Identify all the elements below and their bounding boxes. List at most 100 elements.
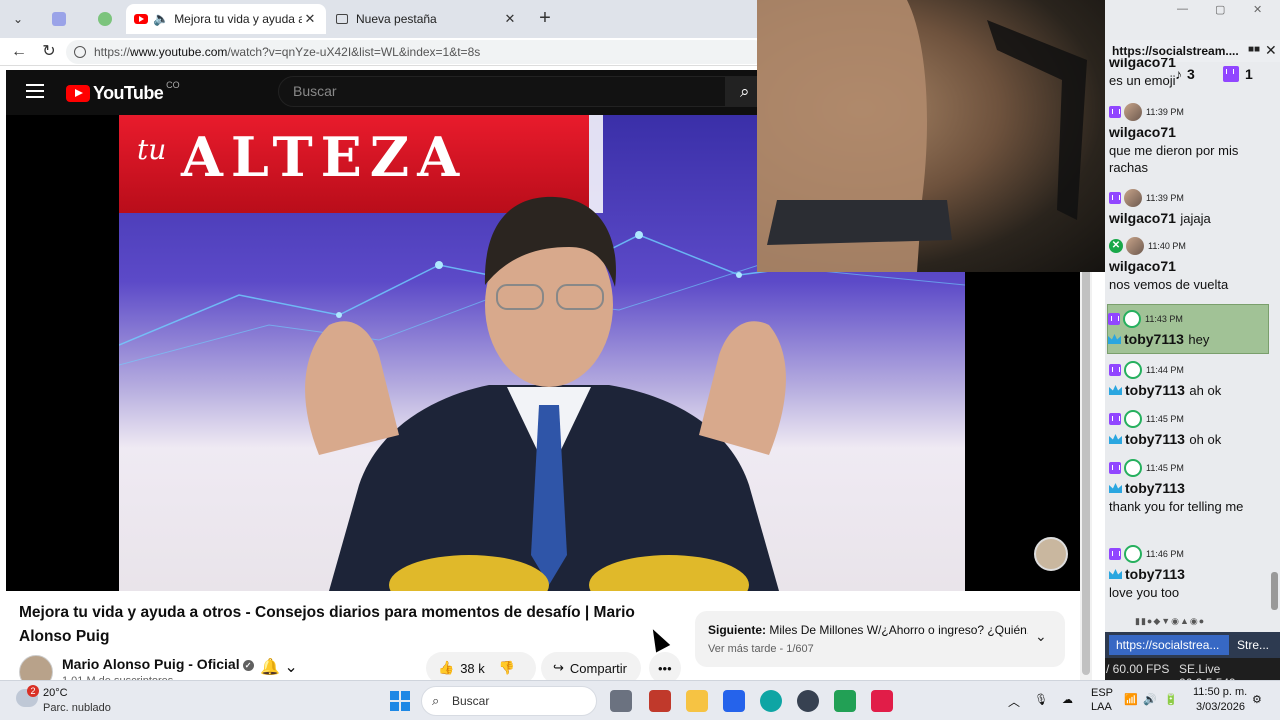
- youtube-favicon-icon: [134, 14, 148, 24]
- new-tab-button[interactable]: +: [534, 8, 556, 30]
- chat-time: 11:44 PM: [1146, 365, 1184, 375]
- reload-icon[interactable]: ↻: [38, 42, 60, 62]
- chevron-down-icon[interactable]: ⌄: [1035, 628, 1047, 645]
- obs-icon[interactable]: [797, 690, 819, 712]
- task-view-icon[interactable]: [610, 690, 632, 712]
- next-label: Siguiente:: [708, 623, 767, 637]
- weather-temperature[interactable]: 20°C: [43, 687, 68, 699]
- url-field[interactable]: https://www.youtube.com/watch?v=qnYze-uX…: [66, 40, 766, 64]
- weather-alert-badge: 2: [27, 685, 39, 697]
- twitch-badge-icon: [1109, 364, 1121, 376]
- pinned-tab-icon: [52, 12, 66, 26]
- chat-username: wilgaco71: [1109, 258, 1176, 274]
- close-window-icon[interactable]: ✕: [1253, 3, 1262, 16]
- chat-username: wilgaco71: [1109, 58, 1176, 70]
- microphone-icon[interactable]: 🎙: [1034, 693, 1048, 706]
- chat-message: 11:46 PM toby7113 love you too: [1109, 544, 1269, 601]
- taskbar-search-input[interactable]: ⌕ Buscar: [421, 686, 597, 716]
- youtube-logo[interactable]: YouTube CO: [66, 79, 180, 104]
- tab-new-tab[interactable]: Nueva pestaña ✕: [328, 4, 526, 34]
- playlist-next-card[interactable]: Siguiente: Miles De Millones W/¿Ahorro o…: [695, 611, 1065, 667]
- chat-bottom-bar: https://socialstrea... Stre...: [1105, 632, 1280, 658]
- clock-time[interactable]: 11:50 p. m.: [1193, 686, 1247, 698]
- chat-text: ah ok: [1189, 382, 1222, 398]
- clock-date[interactable]: 3/03/2026: [1196, 701, 1245, 713]
- chat-text: thank you for telling me: [1109, 499, 1244, 514]
- windows-start-icon[interactable]: [390, 691, 410, 711]
- pinned-tab-1[interactable]: [42, 6, 76, 32]
- tiktok-count: 3: [1187, 66, 1195, 82]
- speaker-figure: [305, 196, 786, 591]
- close-icon[interactable]: ✕: [1265, 42, 1277, 59]
- browser-tab-bar: ⌄ 🔈 Mejora tu vida y ayuda a otros ✕ Nue…: [0, 0, 758, 38]
- tab-list-dropdown[interactable]: ⌄: [6, 7, 30, 31]
- chat-app-icon[interactable]: [834, 690, 856, 712]
- weather-description[interactable]: Parc. nublado: [43, 702, 111, 714]
- chat-time: 11:39 PM: [1146, 193, 1184, 203]
- search-input[interactable]: Buscar: [278, 76, 726, 107]
- twitch-badge-icon: [1108, 313, 1120, 325]
- pinned-tab-2[interactable]: [88, 6, 122, 32]
- chat-scrollbar[interactable]: [1271, 572, 1278, 610]
- chat-text: love you too: [1109, 585, 1180, 600]
- battery-icon[interactable]: 🔋: [1164, 693, 1178, 706]
- country-code: CO: [166, 79, 180, 90]
- avatar: [1126, 237, 1144, 255]
- twitch-viewer-counter: 1: [1223, 63, 1253, 85]
- tab-youtube[interactable]: 🔈 Mejora tu vida y ayuda a otros ✕: [126, 4, 326, 34]
- verified-icon: ✓: [242, 660, 254, 671]
- twitch-icon: [1223, 66, 1239, 82]
- maximize-icon[interactable]: ▢: [1215, 3, 1225, 16]
- more-icon[interactable]: ■■: [1248, 44, 1260, 55]
- minimize-icon[interactable]: —: [1177, 3, 1188, 15]
- chat-username: toby7113: [1124, 331, 1184, 347]
- wifi-icon[interactable]: 📶: [1124, 693, 1138, 706]
- emoji-bar[interactable]: ▮▮●◆▼◉▲◉●: [1135, 616, 1205, 627]
- tiktok-live-icon[interactable]: [871, 690, 893, 712]
- chat-link-button[interactable]: https://socialstrea...: [1109, 635, 1229, 655]
- close-tab-icon[interactable]: ✕: [302, 11, 318, 27]
- close-tab-icon[interactable]: ✕: [502, 11, 518, 27]
- youtube-wordmark: YouTube: [93, 83, 164, 103]
- channel-watermark-avatar[interactable]: [1034, 537, 1068, 571]
- chat-text: hey: [1188, 331, 1210, 347]
- chat-message: 11:45 PM toby7113 thank you for telling …: [1109, 458, 1269, 515]
- cloud-icon[interactable]: ☁: [1062, 693, 1073, 706]
- subscriber-badge-icon: [1109, 569, 1122, 579]
- menu-icon[interactable]: [26, 84, 44, 98]
- chat-message: 11:39 PM wilgaco71 jajaja: [1109, 188, 1269, 228]
- twitch-badge-icon: [1109, 413, 1121, 425]
- twitch-badge-icon: [1109, 462, 1121, 474]
- tiktok-viewer-counter: ♪ 3: [1175, 63, 1195, 85]
- volume-icon[interactable]: 🔊: [1143, 693, 1157, 706]
- notifications-icon[interactable]: ⚙: [1252, 693, 1262, 706]
- audio-playing-icon[interactable]: 🔈: [153, 11, 169, 27]
- address-bar-row: ← ↻ https://www.youtube.com/watch?v=qnYz…: [0, 38, 766, 66]
- fps-readout: / 60.00 FPS: [1106, 662, 1170, 676]
- status-bar: / 60.00 FPS SE.Live 26.2.5.549: [1105, 658, 1280, 690]
- language-primary[interactable]: ESP: [1091, 687, 1113, 699]
- stream-label[interactable]: Stre...: [1237, 638, 1269, 652]
- tab-title: Nueva pestaña: [356, 12, 437, 26]
- chevron-up-icon[interactable]: ︿: [1008, 693, 1020, 710]
- store-icon[interactable]: [723, 690, 745, 712]
- site-info-icon[interactable]: [74, 46, 86, 58]
- subscriber-badge-icon: [1109, 434, 1122, 444]
- file-explorer-icon[interactable]: [686, 690, 708, 712]
- next-title: Miles De Millones W/¿Ahorro o ingreso? ¿…: [769, 623, 1028, 637]
- app-icon-v[interactable]: [649, 690, 671, 712]
- chat-time: 11:39 PM: [1146, 107, 1184, 117]
- video-metadata: Mejora tu vida y ayuda a otros - Consejo…: [6, 591, 1092, 689]
- edge-browser-icon[interactable]: [760, 690, 782, 712]
- chat-message: 11:45 PM toby7113 oh ok: [1109, 409, 1269, 449]
- back-arrow-icon[interactable]: ←: [8, 42, 30, 62]
- language-secondary[interactable]: LAA: [1091, 701, 1112, 713]
- chat-text: que me dieron por mis rachas: [1109, 143, 1239, 175]
- subscriber-badge-icon: [1108, 334, 1121, 344]
- avatar: [1124, 459, 1142, 477]
- video-title: Mejora tu vida y ayuda a otros - Consejo…: [19, 604, 635, 645]
- channel-name[interactable]: Mario Alonso Puig - Oficial ✓: [62, 656, 254, 672]
- chat-username: wilgaco71: [1109, 124, 1176, 140]
- share-icon: ↪: [553, 660, 564, 675]
- thumbs-down-icon[interactable]: 👎: [499, 660, 515, 676]
